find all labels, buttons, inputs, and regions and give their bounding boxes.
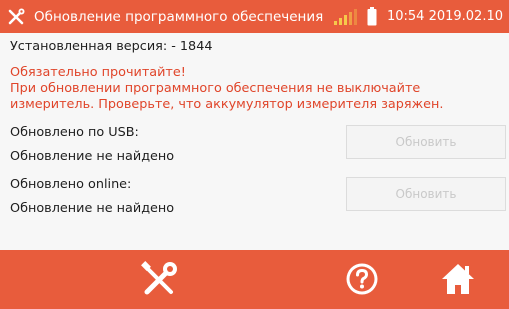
window-title: Обновление программного обеспечения xyxy=(34,8,324,25)
wrench-screwdriver-icon xyxy=(8,8,25,24)
help-icon[interactable] xyxy=(345,262,379,296)
online-update-status: Обновление не найдено xyxy=(10,201,175,216)
online-update-label: Обновлено online: xyxy=(10,177,132,192)
warning-text-line-2: измеритель. Проверьте, что аккумулятор и… xyxy=(10,97,444,112)
signal-strength-icon xyxy=(333,8,357,25)
warning-title: Обязательно прочитайте! xyxy=(10,65,186,80)
warning-text-line-1: При обновлении программного обеспечения … xyxy=(10,81,421,96)
update-panel: Установленная версия: - 1844 Обязательно… xyxy=(0,33,509,250)
installed-version: Установленная версия: - 1844 xyxy=(10,39,213,54)
online-update-button[interactable]: Обновить xyxy=(346,177,506,211)
home-icon[interactable] xyxy=(440,261,476,297)
title-bar: Обновление программного обеспечения 10:5… xyxy=(0,0,509,33)
usb-update-status: Обновление не найдено xyxy=(10,149,175,164)
wrench-screwdriver-icon[interactable] xyxy=(140,261,178,299)
battery-icon xyxy=(367,7,377,26)
clock: 10:54 2019.02.10 xyxy=(386,9,503,24)
bottom-toolbar xyxy=(0,250,509,309)
usb-update-label: Обновлено по USB: xyxy=(10,125,139,140)
usb-update-button[interactable]: Обновить xyxy=(346,125,506,159)
